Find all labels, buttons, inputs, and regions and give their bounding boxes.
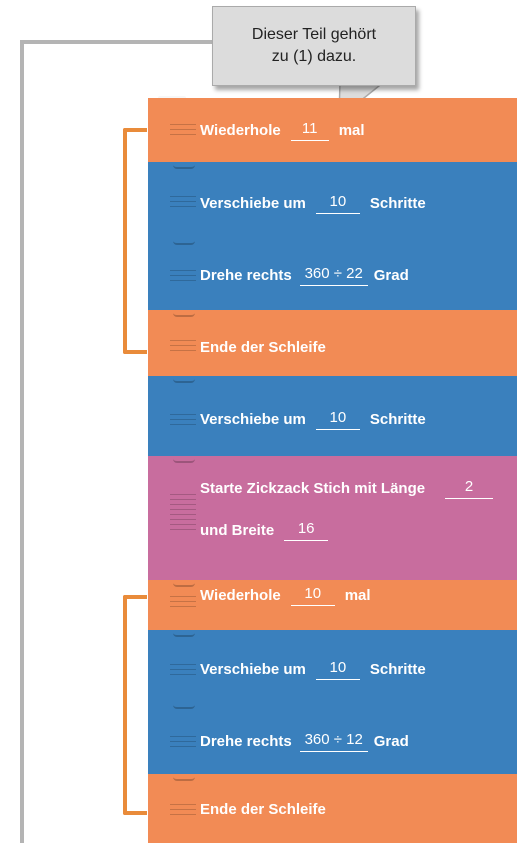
loop-bracket-2	[123, 595, 147, 815]
block-keyword: Wiederhole	[200, 586, 281, 604]
block-keyword: Ende der Schleife	[200, 800, 326, 818]
steps-input[interactable]: 10	[315, 409, 360, 430]
move-block[interactable]: Verschiebe um 10 Schritte	[148, 630, 517, 702]
block-suffix: Schritte	[369, 660, 426, 678]
block-notch	[173, 702, 195, 709]
drag-handle-icon[interactable]	[170, 804, 196, 819]
block-keyword: Drehe rechts	[200, 732, 292, 750]
callout-joint	[341, 81, 383, 84]
angle-input[interactable]: 360 ÷ 12	[299, 731, 368, 752]
block-suffix: mal	[338, 121, 365, 139]
move-block[interactable]: Verschiebe um 10 Schritte	[148, 376, 517, 456]
drag-handle-icon[interactable]	[170, 340, 196, 355]
block-notch	[173, 238, 195, 245]
move-block[interactable]: Verschiebe um 10 Schritte	[148, 162, 517, 238]
block-suffix: mal	[344, 586, 371, 604]
callout-line-2: zu (1) dazu.	[271, 48, 357, 65]
steps-input[interactable]: 10	[315, 659, 360, 680]
drag-handle-icon[interactable]	[170, 124, 196, 139]
block-keyword: Ende der Schleife	[200, 338, 326, 356]
drag-handle-icon[interactable]	[170, 736, 196, 751]
block-notch	[173, 310, 195, 317]
loop-bracket-1	[123, 128, 147, 354]
zigzag-stitch-block[interactable]: Starte Zickzack Stich mit Länge 2 und Br…	[148, 456, 517, 580]
block-notch	[173, 456, 195, 463]
loop-end-block[interactable]: Ende der Schleife	[148, 774, 517, 843]
turn-block[interactable]: Drehe rechts 360 ÷ 12 Grad	[148, 702, 517, 774]
block-notch	[173, 580, 195, 587]
gray-bracket-vertical	[20, 40, 24, 843]
drag-handle-icon[interactable]	[170, 596, 196, 611]
block-notch	[173, 162, 195, 169]
block-notch	[173, 630, 195, 637]
drag-handle-icon[interactable]	[170, 414, 196, 429]
block-suffix: Grad	[373, 732, 409, 750]
drag-handle-icon[interactable]	[170, 494, 196, 534]
block-keyword: Verschiebe um	[200, 194, 306, 212]
block-suffix: Schritte	[369, 194, 426, 212]
block-keyword: Verschiebe um	[200, 660, 306, 678]
drag-handle-icon[interactable]	[170, 664, 196, 679]
repeat-count-input[interactable]: 10	[290, 585, 335, 606]
angle-input[interactable]: 360 ÷ 22	[299, 265, 368, 286]
turn-block[interactable]: Drehe rechts 360 ÷ 22 Grad	[148, 238, 517, 310]
steps-input[interactable]: 10	[315, 193, 360, 214]
block-keyword: Starte Zickzack Stich mit Länge	[200, 479, 426, 497]
callout-note: Dieser Teil gehört zu (1) dazu.	[212, 6, 416, 86]
loop-start-block[interactable]: Wiederhole 10 mal	[148, 580, 517, 630]
block-keyword: Drehe rechts	[200, 266, 292, 284]
block-suffix: Schritte	[369, 410, 426, 428]
loop-end-block[interactable]: Ende der Schleife	[148, 310, 517, 376]
drag-handle-icon[interactable]	[170, 196, 196, 211]
block-keyword: Verschiebe um	[200, 410, 306, 428]
block-keyword: Wiederhole	[200, 121, 281, 139]
block-notch	[173, 376, 195, 383]
repeat-count-input[interactable]: 11	[290, 120, 329, 141]
callout-line-1: Dieser Teil gehört	[251, 26, 377, 43]
drag-handle-icon[interactable]	[170, 270, 196, 285]
length-input[interactable]: 2	[445, 478, 494, 499]
width-input[interactable]: 16	[284, 520, 329, 541]
block-keyword-2: und Breite	[200, 521, 275, 539]
block-suffix: Grad	[373, 266, 409, 284]
block-notch	[173, 774, 195, 781]
loop-start-block[interactable]: Wiederhole 11 mal	[148, 98, 517, 162]
